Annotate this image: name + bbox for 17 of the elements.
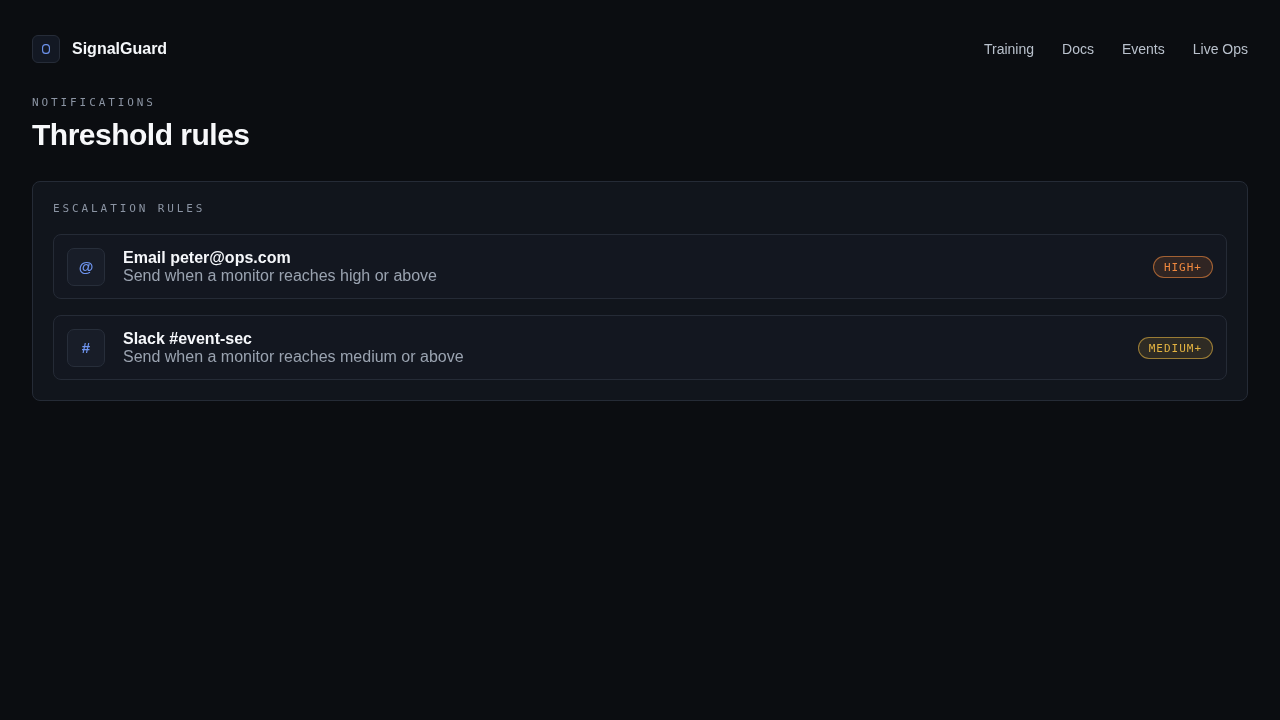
severity-badge: HIGH+ xyxy=(1152,255,1213,278)
panel-title: ESCALATION RULES xyxy=(53,201,207,216)
nav-link[interactable]: Docs xyxy=(1062,41,1094,57)
rule-title: Email peter@ops.com xyxy=(123,248,292,267)
page-title: Threshold rules xyxy=(32,117,251,153)
severity-badge: MEDIUM+ xyxy=(1137,336,1213,359)
rule-description: Send when a monitor reaches medium or above xyxy=(123,347,465,366)
rule-description: Send when a monitor reaches high or above xyxy=(123,266,438,285)
nav-link[interactable]: Training xyxy=(983,41,1035,57)
nav-link[interactable]: Live Ops xyxy=(1192,41,1248,57)
channel-icon: @ xyxy=(67,247,105,286)
logo-icon xyxy=(32,35,60,63)
channel-icon: # xyxy=(67,328,105,367)
nav-link[interactable]: Events xyxy=(1121,41,1165,57)
section-eyebrow: NOTIFICATIONS xyxy=(32,96,157,109)
rule-title: Slack #event-sec xyxy=(123,329,253,348)
brand-name: SignalGuard xyxy=(72,40,168,58)
